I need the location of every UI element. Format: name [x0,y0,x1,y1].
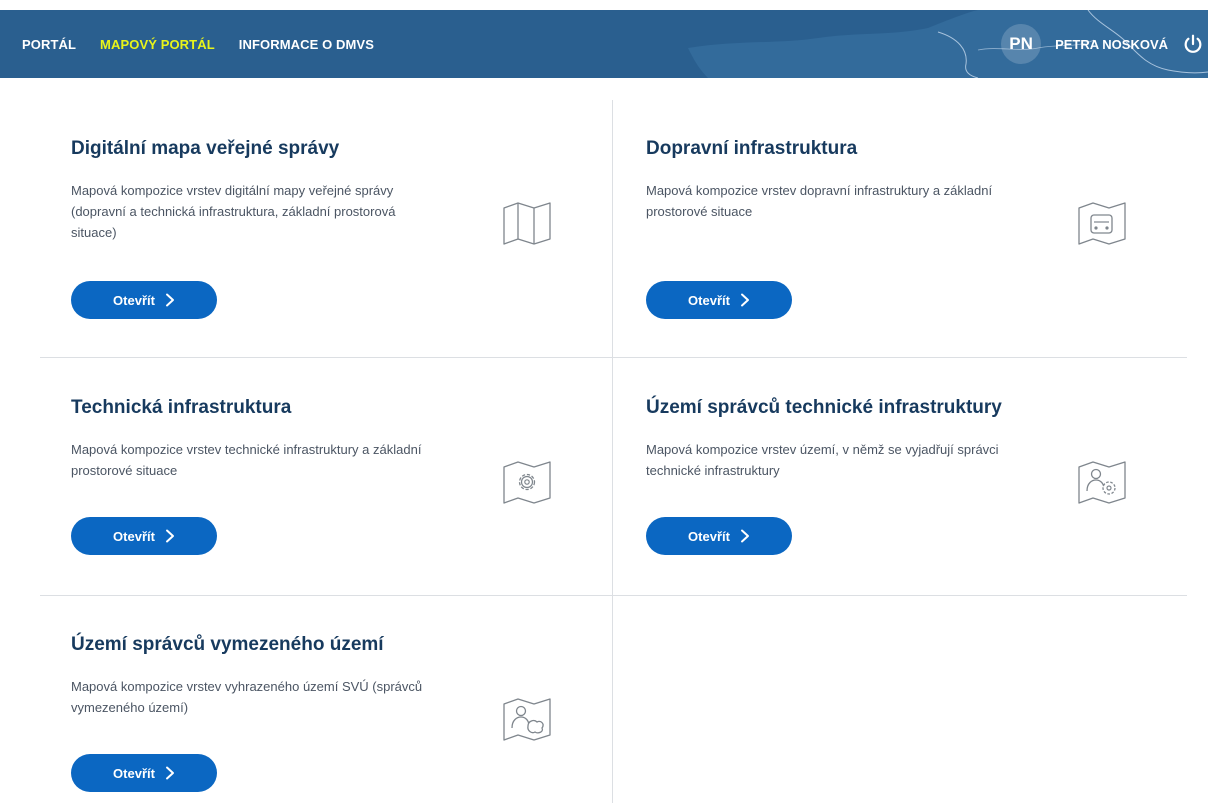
nav-portal[interactable]: PORTÁL [22,37,76,52]
grid-horizontal-divider [40,595,1187,596]
tile-description: Mapová kompozice vrstev technické infras… [71,442,422,478]
power-icon[interactable] [1182,33,1204,55]
avatar[interactable]: PN [1001,24,1042,64]
tile-title: Digitální mapa veřejné správy [71,138,340,159]
tile-description: Mapová kompozice vrstev vyhrazeného územ… [71,679,423,715]
chevron-right-icon [165,529,174,543]
tile-title: Území správců vymezeného území [71,634,384,655]
open-button[interactable]: Otevřít [71,517,217,555]
tile-title: Dopravní infrastruktura [646,138,858,159]
map-icon [503,202,551,245]
user-area: PN PETRA NOSKOVÁ [1001,10,1208,78]
open-button[interactable]: Otevřít [646,517,792,555]
nav-mapovy-portal-label: MAPOVÝ PORTÁL [100,36,215,52]
tile-description: Mapová kompozice vrstev digitální mapy v… [71,183,396,240]
open-button[interactable]: Otevřít [646,281,792,319]
open-button-label: Otevřít [113,292,155,308]
open-button-label: Otevřít [113,528,155,544]
tile-description: Mapová kompozice vrstev území, v němž se… [646,442,999,478]
chevron-right-icon [740,529,749,543]
tile-title: Území správců technické infrastruktury [646,397,1002,418]
user-name[interactable]: PETRA NOSKOVÁ [1055,37,1168,52]
chevron-right-icon [165,293,174,307]
map-user-gear-icon [1078,461,1126,504]
open-button-label: Otevřít [688,528,730,544]
open-button[interactable]: Otevřít [71,281,217,319]
top-navigation-bar: PORTÁL MAPOVÝ PORTÁL INFORMACE O DMVS PN… [0,10,1208,78]
main-nav: PORTÁL MAPOVÝ PORTÁL INFORMACE O DMVS [0,10,374,78]
map-vehicle-icon [1078,202,1126,245]
open-button-label: Otevřít [113,765,155,781]
grid-horizontal-divider [40,357,1187,358]
grid-vertical-divider [612,100,613,803]
map-user-area-icon [503,698,551,741]
tile-description: Mapová kompozice vrstev dopravní infrast… [646,183,993,219]
open-button-label: Otevřít [688,292,730,308]
open-button[interactable]: Otevřít [71,754,217,792]
chevron-right-icon [165,766,174,780]
tile-title: Technická infrastruktura [71,397,292,418]
nav-informace-o-dmvs[interactable]: INFORMACE O DMVS [239,37,374,52]
chevron-right-icon [740,293,749,307]
nav-mapovy-portal[interactable]: MAPOVÝ PORTÁL [90,31,225,58]
map-gear-icon [503,461,551,504]
